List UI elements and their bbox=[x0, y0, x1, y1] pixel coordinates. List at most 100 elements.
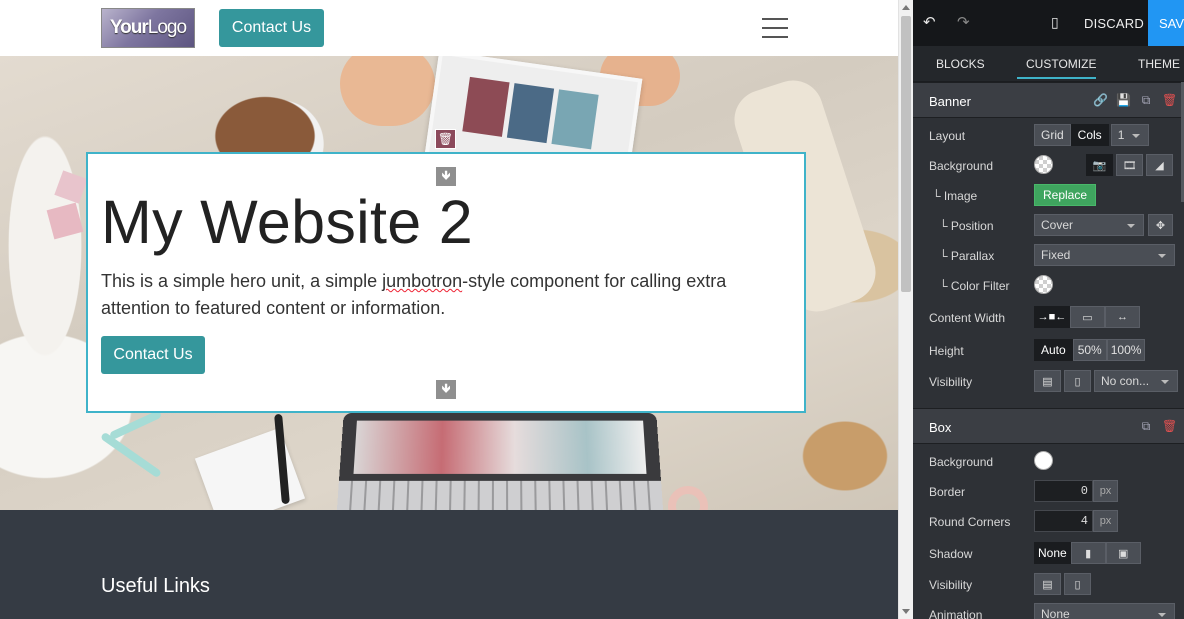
parallax-row: └ Parallax Fixed bbox=[913, 242, 1184, 270]
box-background-label: Background bbox=[929, 455, 993, 469]
box-section-title: Box bbox=[929, 420, 951, 435]
logo-text-bold: Your bbox=[110, 17, 148, 39]
camera-icon[interactable]: 📷 bbox=[1086, 154, 1113, 176]
hero-text-part: This is a simple hero unit, a simple bbox=[101, 271, 382, 291]
animation-value: None bbox=[1041, 607, 1070, 619]
corner-radius-input[interactable]: 4 bbox=[1034, 510, 1093, 532]
website-preview: Your Logo Contact Us My Website 2 This is… bbox=[0, 0, 898, 619]
hide-mobile-icon[interactable]: ▯ bbox=[1064, 573, 1091, 595]
duplicate-icon[interactable]: ⧉ bbox=[1139, 419, 1153, 433]
width-full-icon[interactable]: ↔ bbox=[1105, 306, 1140, 328]
hero-text-misspelled: jumbotron bbox=[382, 271, 462, 291]
tab-blocks[interactable]: BLOCKS bbox=[936, 57, 985, 71]
box-background-swatch[interactable] bbox=[1034, 451, 1053, 470]
image-label: └ Image bbox=[932, 189, 977, 203]
visibility-condition-value: No con... bbox=[1101, 374, 1149, 388]
replace-image-button[interactable]: Replace bbox=[1034, 184, 1096, 206]
scroll-down-arrow-icon[interactable] bbox=[902, 609, 910, 614]
link-icon[interactable]: 🔗 bbox=[1093, 93, 1107, 107]
color-filter-swatch[interactable] bbox=[1034, 275, 1053, 294]
cols-count-select[interactable]: 1 bbox=[1111, 124, 1149, 146]
trash-icon[interactable]: 🗑 bbox=[1162, 419, 1176, 433]
editor-tabs: BLOCKS CUSTOMIZE THEME bbox=[913, 46, 1184, 82]
layout-cols-option[interactable]: Cols bbox=[1071, 124, 1109, 146]
position-row: └ Position Cover ✥ bbox=[913, 212, 1184, 240]
footer-heading: Useful Links bbox=[101, 575, 210, 598]
move-down-arrow-icon[interactable]: 🡻 bbox=[436, 167, 456, 186]
layout-label: Layout bbox=[929, 129, 965, 143]
color-filter-row: └ Color Filter bbox=[913, 272, 1184, 300]
position-select[interactable]: Cover bbox=[1034, 214, 1144, 236]
site-footer: Useful Links bbox=[0, 510, 898, 619]
editor-panel: ↶ ↷ ▯ DISCARD SAVE BLOCKS CUSTOMIZE THEM… bbox=[913, 0, 1184, 619]
trash-icon[interactable]: 🗑 bbox=[1162, 93, 1176, 107]
image-row: └ Image Replace bbox=[913, 182, 1184, 210]
gradient-icon[interactable]: ◢ bbox=[1146, 154, 1173, 176]
box-section-header: Box ⧉ 🗑 bbox=[913, 408, 1184, 444]
animation-label: Animation bbox=[929, 608, 982, 619]
position-label: └ Position bbox=[939, 219, 994, 233]
shadow-outset-icon[interactable]: ▮ bbox=[1071, 542, 1106, 564]
scroll-up-arrow-icon[interactable] bbox=[902, 5, 910, 10]
box-visibility-label: Visibility bbox=[929, 578, 972, 592]
visibility-label: Visibility bbox=[929, 375, 972, 389]
parallax-label: └ Parallax bbox=[939, 249, 994, 263]
redo-icon[interactable]: ↷ bbox=[957, 13, 970, 31]
shadow-inset-icon[interactable]: ▣ bbox=[1106, 542, 1141, 564]
height-label: Height bbox=[929, 344, 964, 358]
crosshair-icon[interactable]: ✥ bbox=[1148, 214, 1173, 236]
height-auto-option[interactable]: Auto bbox=[1034, 339, 1073, 361]
undo-icon[interactable]: ↶ bbox=[923, 13, 936, 31]
banner-visibility-row: Visibility ▤ ▯ No con... bbox=[913, 368, 1184, 396]
cols-count-value: 1 bbox=[1118, 128, 1125, 142]
site-logo[interactable]: Your Logo bbox=[101, 8, 195, 48]
color-filter-label: └ Color Filter bbox=[939, 279, 1010, 293]
width-container-icon[interactable]: ▭ bbox=[1070, 306, 1105, 328]
height-100-option[interactable]: 100% bbox=[1107, 339, 1146, 361]
logo-text-thin: Logo bbox=[148, 17, 186, 39]
background-label: Background bbox=[929, 159, 993, 173]
animation-select[interactable]: None bbox=[1034, 603, 1175, 619]
page-scrollbar[interactable] bbox=[898, 0, 913, 619]
header-contact-button[interactable]: Contact Us bbox=[219, 9, 324, 47]
shadow-row: Shadow None ▮ ▣ bbox=[913, 540, 1184, 568]
editor-topbar: ↶ ↷ ▯ DISCARD SAVE bbox=[913, 0, 1184, 46]
content-width-row: Content Width →■← ▭ ↔ bbox=[913, 304, 1184, 332]
layout-grid-option[interactable]: Grid bbox=[1034, 124, 1071, 146]
width-narrow-icon[interactable]: →■← bbox=[1034, 306, 1070, 328]
round-corners-label: Round Corners bbox=[929, 515, 1010, 529]
border-width-input[interactable]: 0 bbox=[1034, 480, 1093, 502]
background-color-swatch[interactable] bbox=[1034, 155, 1053, 174]
hide-mobile-icon[interactable]: ▯ bbox=[1064, 370, 1091, 392]
hero-text[interactable]: This is a simple hero unit, a simple jum… bbox=[101, 268, 751, 322]
border-unit: px bbox=[1093, 480, 1118, 502]
height-50-option[interactable]: 50% bbox=[1073, 339, 1107, 361]
discard-button[interactable]: DISCARD bbox=[1084, 16, 1144, 31]
hero-title[interactable]: My Website 2 bbox=[101, 187, 473, 257]
shadow-none-option[interactable]: None bbox=[1034, 542, 1071, 564]
hide-desktop-icon[interactable]: ▤ bbox=[1034, 573, 1061, 595]
duplicate-icon[interactable]: ⧉ bbox=[1139, 93, 1153, 107]
border-label: Border bbox=[929, 485, 965, 499]
trash-icon[interactable]: 🗑 bbox=[435, 129, 456, 149]
video-icon[interactable]: 🎞 bbox=[1116, 154, 1143, 176]
radius-unit: px bbox=[1093, 510, 1118, 532]
hide-desktop-icon[interactable]: ▤ bbox=[1034, 370, 1061, 392]
tab-customize[interactable]: CUSTOMIZE bbox=[1026, 57, 1096, 71]
box-background-row: Background bbox=[913, 448, 1184, 476]
save-button[interactable]: SAVE bbox=[1148, 0, 1184, 46]
border-row: Border 0 px bbox=[913, 478, 1184, 506]
mobile-preview-icon[interactable]: ▯ bbox=[1051, 14, 1059, 31]
scrollbar-thumb[interactable] bbox=[901, 16, 911, 292]
parallax-value: Fixed bbox=[1041, 248, 1070, 262]
save-block-icon[interactable]: 💾 bbox=[1116, 93, 1130, 107]
move-down-arrow-icon[interactable]: 🡻 bbox=[436, 380, 456, 399]
hero-content-box[interactable]: My Website 2 This is a simple hero unit,… bbox=[86, 152, 806, 413]
tab-theme[interactable]: THEME bbox=[1138, 57, 1180, 71]
hero-contact-button[interactable]: Contact Us bbox=[101, 336, 205, 374]
height-row: Height Auto 50% 100% bbox=[913, 337, 1184, 365]
laptop-decoration bbox=[336, 413, 664, 510]
parallax-select[interactable]: Fixed bbox=[1034, 244, 1175, 266]
visibility-condition-select[interactable]: No con... bbox=[1094, 370, 1178, 392]
hamburger-menu-icon[interactable] bbox=[762, 18, 788, 38]
